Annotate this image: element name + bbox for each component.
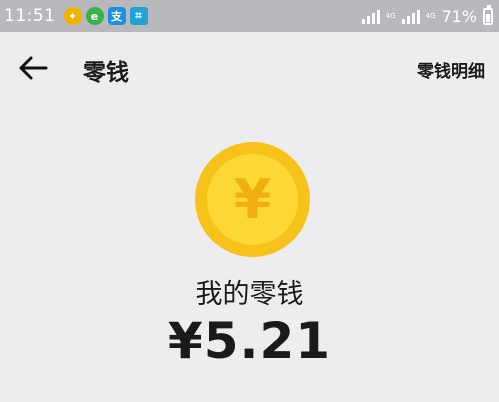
status-time: 11:51 — [4, 6, 56, 26]
coin-icon: ¥ — [195, 142, 310, 257]
page-title: 零钱 — [83, 60, 129, 86]
transaction-detail-link[interactable]: 零钱明细 — [417, 57, 485, 82]
status-left: 11:51 ✦ e 支 ⌗ — [4, 6, 148, 26]
network-type-2: 4G — [425, 12, 436, 20]
qq-icon: ✦ — [63, 7, 82, 25]
status-right: 4G 4G 71% — [361, 4, 493, 26]
status-bar: 11:51 ✦ e 支 ⌗ 4G 4G 71% — [0, 0, 499, 32]
alipay-icon: 支 — [107, 7, 126, 25]
coin-inner: ¥ — [207, 154, 298, 245]
battery-percent: 71% — [441, 6, 477, 26]
arrow-left-icon — [19, 56, 48, 80]
coin-symbol: ¥ — [233, 167, 272, 231]
battery-icon — [483, 4, 493, 25]
back-button[interactable] — [18, 54, 48, 82]
signal-icon — [361, 9, 380, 24]
header-bar: 零钱 零钱明细 — [0, 32, 499, 104]
balance-amount: ¥5.21 — [167, 312, 332, 370]
battery-fill — [486, 13, 490, 22]
browser-icon: e — [85, 7, 104, 25]
signal-icon-2 — [401, 9, 420, 24]
scan-icon: ⌗ — [129, 7, 148, 25]
network-type-1: 4G — [385, 12, 396, 20]
wallet-label: 我的零钱 — [195, 279, 304, 310]
